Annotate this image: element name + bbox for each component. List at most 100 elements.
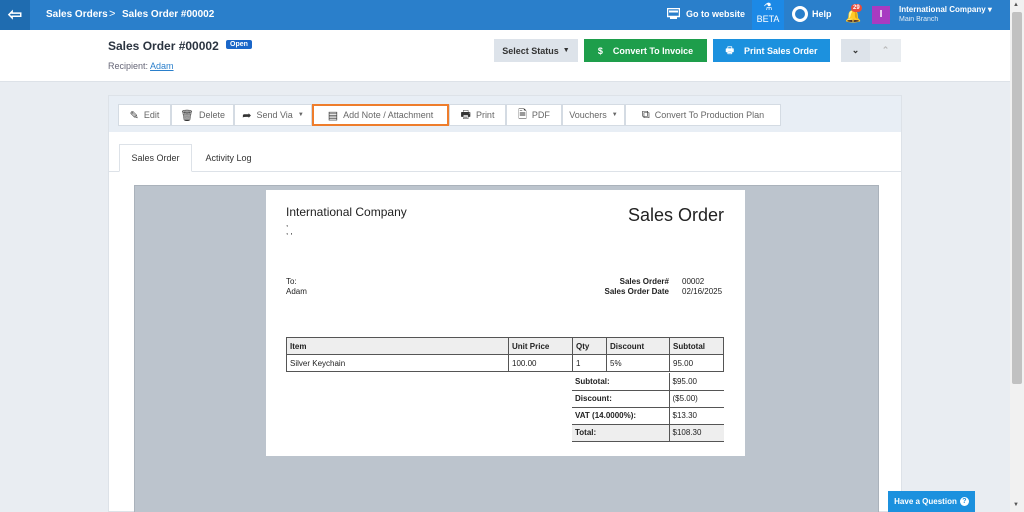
- to-label: To:: [286, 277, 297, 286]
- edit-label: Edit: [143, 110, 160, 120]
- go-to-website-label: Go to website: [686, 8, 746, 19]
- pdf-label: PDF: [531, 110, 550, 120]
- question-mark-icon: ?: [959, 497, 969, 506]
- document-company-name: International Company: [286, 205, 407, 219]
- total-label: Total:: [572, 424, 670, 442]
- edit-button[interactable]: ✎ Edit: [118, 104, 171, 126]
- select-status-label: Select Status: [502, 45, 559, 56]
- back-arrow-icon[interactable]: ⇦: [0, 0, 30, 30]
- company-address: , , ,: [286, 220, 293, 236]
- caret-down-icon: ▼: [611, 112, 618, 118]
- print-label: Print: [475, 110, 495, 120]
- company-address-line-2: , ,: [286, 227, 293, 236]
- scroll-up-arrow-icon[interactable]: ▲: [1013, 2, 1019, 8]
- go-to-website-link[interactable]: Go to website: [667, 8, 745, 19]
- order-number-label: Sales Order#: [619, 277, 669, 286]
- items-table-header: Item Unit Price Qty Discount Subtotal: [286, 337, 724, 355]
- convert-to-invoice-button[interactable]: $ Convert To Invoice: [584, 39, 707, 62]
- convert-to-production-plan-label: Convert To Production Plan: [654, 110, 765, 120]
- page-scrollbar[interactable]: ▲ ▼: [1010, 0, 1024, 512]
- total-value: $108.30: [669, 424, 724, 442]
- help-button[interactable]: Help: [792, 6, 832, 22]
- delete-button[interactable]: 🗑 Delete: [171, 104, 234, 126]
- to-name: Adam: [286, 287, 307, 296]
- trash-icon: 🗑: [180, 109, 194, 122]
- previous-record-button[interactable]: ⌃: [870, 39, 901, 62]
- order-number-value: 00002: [682, 277, 705, 286]
- lifebuoy-icon: [792, 6, 808, 22]
- scrollbar-thumb[interactable]: [1012, 12, 1022, 384]
- column-header-subtotal: Subtotal: [669, 337, 724, 355]
- dollar-icon: $: [597, 45, 603, 56]
- tab-activity-log[interactable]: Activity Log: [192, 144, 265, 172]
- totals-row: Subtotal: $95.00: [572, 373, 724, 391]
- next-record-button[interactable]: ⌄: [841, 39, 870, 62]
- share-arrow-icon: ➦: [242, 109, 252, 122]
- chevron-down-icon: ⌄: [851, 45, 860, 55]
- status-badge: Open: [226, 40, 252, 49]
- company-name: International Company: [899, 5, 986, 14]
- sales-order-document: International Company , , , Sales Order …: [266, 190, 745, 456]
- vat-value: $13.30: [669, 407, 724, 425]
- send-via-label: Send Via: [256, 110, 293, 120]
- subtotal-value: $95.00: [669, 373, 724, 391]
- delete-label: Delete: [198, 110, 225, 120]
- subtotal-label: Subtotal:: [572, 373, 670, 391]
- breadcrumb-sales-orders[interactable]: Sales Orders: [46, 9, 108, 20]
- items-table: Item Unit Price Qty Discount Subtotal Si…: [286, 337, 724, 372]
- totals-table: Subtotal: $95.00 Discount: ($5.00) VAT (…: [572, 373, 724, 442]
- tab-sales-order[interactable]: Sales Order: [119, 144, 192, 172]
- recipient-label: Recipient:: [108, 61, 149, 71]
- have-a-question-button[interactable]: Have a Question ?: [888, 491, 975, 512]
- top-nav-bar: ⇦ Sales Orders > Sales Order #00002 Go t…: [0, 0, 1010, 30]
- add-note-attachment-button[interactable]: ▤ Add Note / Attachment: [312, 104, 449, 126]
- column-header-qty: Qty: [572, 337, 607, 355]
- order-date-label: Sales Order Date: [604, 287, 669, 296]
- store-icon: [667, 8, 680, 19]
- cell-unit-price: 100.00: [508, 354, 573, 372]
- breadcrumb-separator: >: [109, 8, 116, 20]
- notebook-icon: ▤: [327, 109, 339, 122]
- send-via-dropdown[interactable]: ➦ Send Via ▼: [234, 104, 312, 126]
- table-row: Silver Keychain 100.00 1 5% 95.00: [286, 354, 724, 372]
- company-avatar[interactable]: I: [872, 6, 890, 24]
- totals-row: Discount: ($5.00): [572, 390, 724, 408]
- order-meta: Sales Order# 00002 Sales Order Date 02/1…: [605, 277, 724, 297]
- recipient-line: Recipient: Adam: [108, 61, 174, 71]
- help-label: Help: [812, 9, 832, 19]
- print-sales-order-button[interactable]: 🖶 Print Sales Order: [713, 39, 830, 62]
- pencil-icon: ✎: [129, 109, 139, 122]
- convert-to-production-plan-button[interactable]: ⧉ Convert To Production Plan: [625, 104, 781, 126]
- scroll-down-arrow-icon[interactable]: ▼: [1013, 502, 1019, 508]
- document-heading: Sales Order: [627, 205, 724, 225]
- print-sales-order-label: Print Sales Order: [743, 45, 818, 56]
- cell-qty: 1: [572, 354, 607, 372]
- page-header: Sales Order #00002 Open Recipient: Adam …: [0, 30, 1010, 82]
- breadcrumb-current: Sales Order #00002: [122, 9, 215, 20]
- discount-value: ($5.00): [669, 390, 724, 408]
- column-header-item: Item: [286, 337, 509, 355]
- company-switcher[interactable]: International Company ▾ Main Branch: [899, 5, 992, 25]
- recipient-block: To: Adam: [286, 277, 307, 297]
- select-status-dropdown[interactable]: Select Status ▼: [494, 39, 578, 62]
- chevron-down-icon: ▾: [987, 5, 992, 14]
- have-a-question-label: Have a Question: [894, 497, 957, 506]
- vat-label: VAT (14.0000%):: [572, 407, 670, 425]
- print-button[interactable]: 🖶 Print: [449, 104, 506, 126]
- beta-toggle[interactable]: ⚗ BETA: [752, 0, 784, 30]
- printer-icon: 🖶: [725, 44, 734, 55]
- branch-name: Main Branch: [899, 16, 939, 23]
- recipient-link[interactable]: Adam: [150, 61, 174, 71]
- totals-row: Total: $108.30: [572, 424, 724, 442]
- action-toolbar: ✎ Edit 🗑 Delete ➦ Send Via ▼ ▤ Add Note …: [109, 96, 901, 132]
- column-header-discount: Discount: [606, 337, 670, 355]
- pdf-file-icon: 🗎: [518, 108, 527, 121]
- pdf-button[interactable]: 🗎 PDF: [506, 104, 562, 126]
- vouchers-dropdown[interactable]: Vouchers ▼: [562, 104, 625, 126]
- cell-item: Silver Keychain: [286, 354, 509, 372]
- page-title: Sales Order #00002: [108, 39, 219, 53]
- cell-discount: 5%: [606, 354, 670, 372]
- printer-icon: 🖶: [460, 108, 471, 121]
- notifications-button[interactable]: 🔔 29: [845, 4, 862, 24]
- column-header-unit-price: Unit Price: [508, 337, 573, 355]
